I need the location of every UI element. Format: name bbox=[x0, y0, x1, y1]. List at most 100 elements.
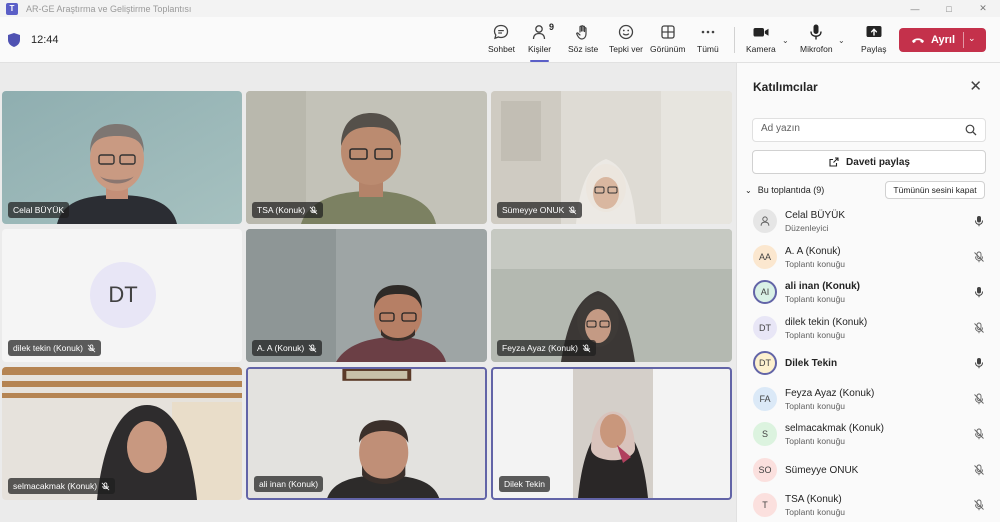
people-button[interactable]: 9 Kişiler bbox=[528, 22, 554, 62]
microphone-options-chevron-icon[interactable]: ⌄ bbox=[838, 36, 845, 45]
leave-label: Ayrıl bbox=[931, 34, 956, 46]
participant-role: Toplantı konuğu bbox=[785, 436, 846, 446]
tile-name-tag: Dilek Tekin bbox=[499, 476, 550, 492]
view-button[interactable]: Görünüm bbox=[650, 23, 685, 59]
participant-role: Düzenleyici bbox=[785, 223, 829, 233]
chat-label: Sohbet bbox=[488, 44, 515, 54]
search-input[interactable] bbox=[761, 123, 961, 134]
participant-avatar: DT bbox=[753, 315, 777, 340]
meeting-timer: 12:44 bbox=[31, 34, 59, 46]
share-screen-button[interactable]: Paylaş bbox=[861, 23, 887, 59]
video-tile[interactable]: Celal BÜYÜK bbox=[2, 91, 242, 224]
video-tile[interactable]: TSA (Konuk) bbox=[246, 91, 487, 224]
more-button[interactable]: Tümü bbox=[697, 23, 719, 59]
microphone-icon[interactable] bbox=[973, 214, 985, 227]
tile-name-tag: A. A (Konuk) bbox=[252, 340, 323, 356]
camera-options-chevron-icon[interactable]: ⌄ bbox=[782, 36, 789, 45]
mic-off-icon bbox=[308, 343, 317, 352]
mic-off-icon bbox=[309, 205, 318, 214]
tile-name: ali inan (Konuk) bbox=[259, 479, 319, 489]
video-tile[interactable]: ali inan (Konuk) bbox=[246, 367, 487, 500]
participant-row[interactable]: DT dilek tekin (Konuk) Toplantı konuğu bbox=[737, 314, 1000, 348]
raise-hand-button[interactable]: Söz iste bbox=[568, 23, 598, 59]
participant-name: Feyza Ayaz (Konuk) bbox=[785, 387, 875, 399]
people-label: Kişiler bbox=[528, 44, 552, 54]
participant-row[interactable]: FA Feyza Ayaz (Konuk) Toplantı konuğu bbox=[737, 385, 1000, 419]
person-icon bbox=[753, 209, 777, 233]
participant-search bbox=[752, 118, 986, 142]
participant-avatar: DT bbox=[90, 262, 156, 328]
meeting-toolbar: 12:44 Sohbet 9 Kişiler Söz iste Tepki ve… bbox=[0, 17, 1000, 63]
ellipsis-icon bbox=[701, 30, 715, 34]
hand-icon bbox=[576, 25, 587, 40]
react-button[interactable]: Tepki ver bbox=[609, 23, 643, 59]
tile-name: Dilek Tekin bbox=[504, 479, 545, 489]
camera-icon bbox=[753, 28, 769, 37]
participant-avatar: FA bbox=[753, 386, 777, 411]
search-icon[interactable] bbox=[965, 124, 977, 136]
video-tile[interactable]: Sümeyye ONUK bbox=[491, 91, 732, 224]
title-bar: T AR-GE Araştırma ve Geliştirme Toplantı… bbox=[0, 0, 1000, 17]
participant-row[interactable]: SO Sümeyye ONUK bbox=[737, 456, 1000, 490]
share-invite-button[interactable]: Daveti paylaş bbox=[752, 150, 986, 174]
grid-icon bbox=[661, 25, 675, 39]
participants-panel: Katılımcılar ✕ Daveti paylaş ⌄ Bu toplan… bbox=[736, 63, 1000, 522]
participant-name: Dilek Tekin bbox=[785, 358, 838, 369]
participant-avatar: SO bbox=[753, 457, 777, 482]
mic-off-icon[interactable] bbox=[973, 427, 985, 440]
more-label: Tümü bbox=[697, 44, 719, 54]
tile-name-tag: ali inan (Konuk) bbox=[254, 476, 324, 492]
video-grid: Celal BÜYÜK TSA (Konuk) Sümeyye ONUK DT … bbox=[0, 63, 736, 522]
tile-name: selmacakmak (Konuk) bbox=[13, 481, 98, 491]
camera-label: Kamera bbox=[746, 44, 776, 54]
participant-row[interactable]: DT Dilek Tekin bbox=[737, 349, 1000, 383]
view-label: Görünüm bbox=[650, 44, 686, 54]
mute-all-button[interactable]: Tümünün sesini kapat bbox=[885, 181, 985, 199]
participant-row[interactable]: T TSA (Konuk) Toplantı konuğu bbox=[737, 491, 1000, 522]
tile-name-tag: dilek tekin (Konuk) bbox=[8, 340, 101, 356]
video-tile[interactable]: DT dilek tekin (Konuk) bbox=[2, 229, 242, 362]
maximize-icon[interactable]: □ bbox=[932, 0, 966, 17]
leave-options-chevron-icon[interactable]: ⌄ bbox=[968, 33, 976, 44]
mic-off-icon[interactable] bbox=[973, 392, 985, 404]
participant-name: ali inan (Konuk) bbox=[785, 281, 860, 292]
microphone-icon bbox=[810, 24, 822, 40]
in-meeting-section-toggle[interactable]: ⌄ Bu toplantıda (9) bbox=[745, 185, 824, 195]
participant-avatar: AA bbox=[753, 244, 777, 269]
hang-up-icon bbox=[912, 38, 924, 43]
mic-off-icon[interactable] bbox=[973, 250, 985, 262]
video-tile[interactable]: Dilek Tekin bbox=[491, 367, 732, 500]
video-tile[interactable]: Feyza Ayaz (Konuk) bbox=[491, 229, 732, 362]
share-screen-label: Paylaş bbox=[861, 44, 887, 54]
video-tile[interactable]: A. A (Konuk) bbox=[246, 229, 487, 362]
chat-icon bbox=[494, 24, 509, 40]
close-window-icon[interactable]: ✕ bbox=[966, 0, 1000, 17]
participant-row[interactable]: AI ali inan (Konuk) Toplantı konuğu bbox=[737, 278, 1000, 312]
microphone-label: Mikrofon bbox=[800, 44, 833, 54]
participant-name: A. A (Konuk) bbox=[785, 245, 841, 257]
share-screen-icon bbox=[866, 26, 882, 37]
microphone-button[interactable]: Mikrofon bbox=[800, 23, 833, 59]
toolbar-divider bbox=[734, 27, 735, 53]
participant-video bbox=[573, 369, 653, 498]
video-tile[interactable]: selmacakmak (Konuk) bbox=[2, 367, 242, 500]
microphone-icon[interactable] bbox=[973, 285, 985, 298]
chat-button[interactable]: Sohbet bbox=[488, 23, 515, 59]
close-icon[interactable]: ✕ bbox=[969, 77, 982, 95]
react-label: Tepki ver bbox=[609, 44, 644, 54]
chevron-down-icon: ⌄ bbox=[745, 185, 752, 195]
participant-row[interactable]: AA A. A (Konuk) Toplantı konuğu bbox=[737, 243, 1000, 277]
tile-name-tag: Celal BÜYÜK bbox=[8, 202, 70, 218]
mic-off-icon[interactable] bbox=[973, 463, 985, 475]
leave-button[interactable]: Ayrıl ⌄ bbox=[899, 28, 986, 52]
participant-row[interactable]: Sselmacakmak (Konuk) Toplantı konuğu bbox=[737, 420, 1000, 454]
minimize-icon[interactable]: — bbox=[898, 0, 932, 17]
teams-icon: T bbox=[6, 2, 18, 15]
participant-name: Celal BÜYÜK bbox=[785, 210, 846, 221]
tile-name-tag: TSA (Konuk) bbox=[252, 202, 324, 218]
camera-button[interactable]: Kamera bbox=[746, 23, 776, 59]
participant-row[interactable]: Celal BÜYÜK Düzenleyici bbox=[737, 207, 1000, 241]
microphone-icon[interactable] bbox=[973, 356, 985, 369]
mic-off-icon[interactable] bbox=[973, 321, 985, 333]
mic-off-icon[interactable] bbox=[973, 498, 985, 511]
